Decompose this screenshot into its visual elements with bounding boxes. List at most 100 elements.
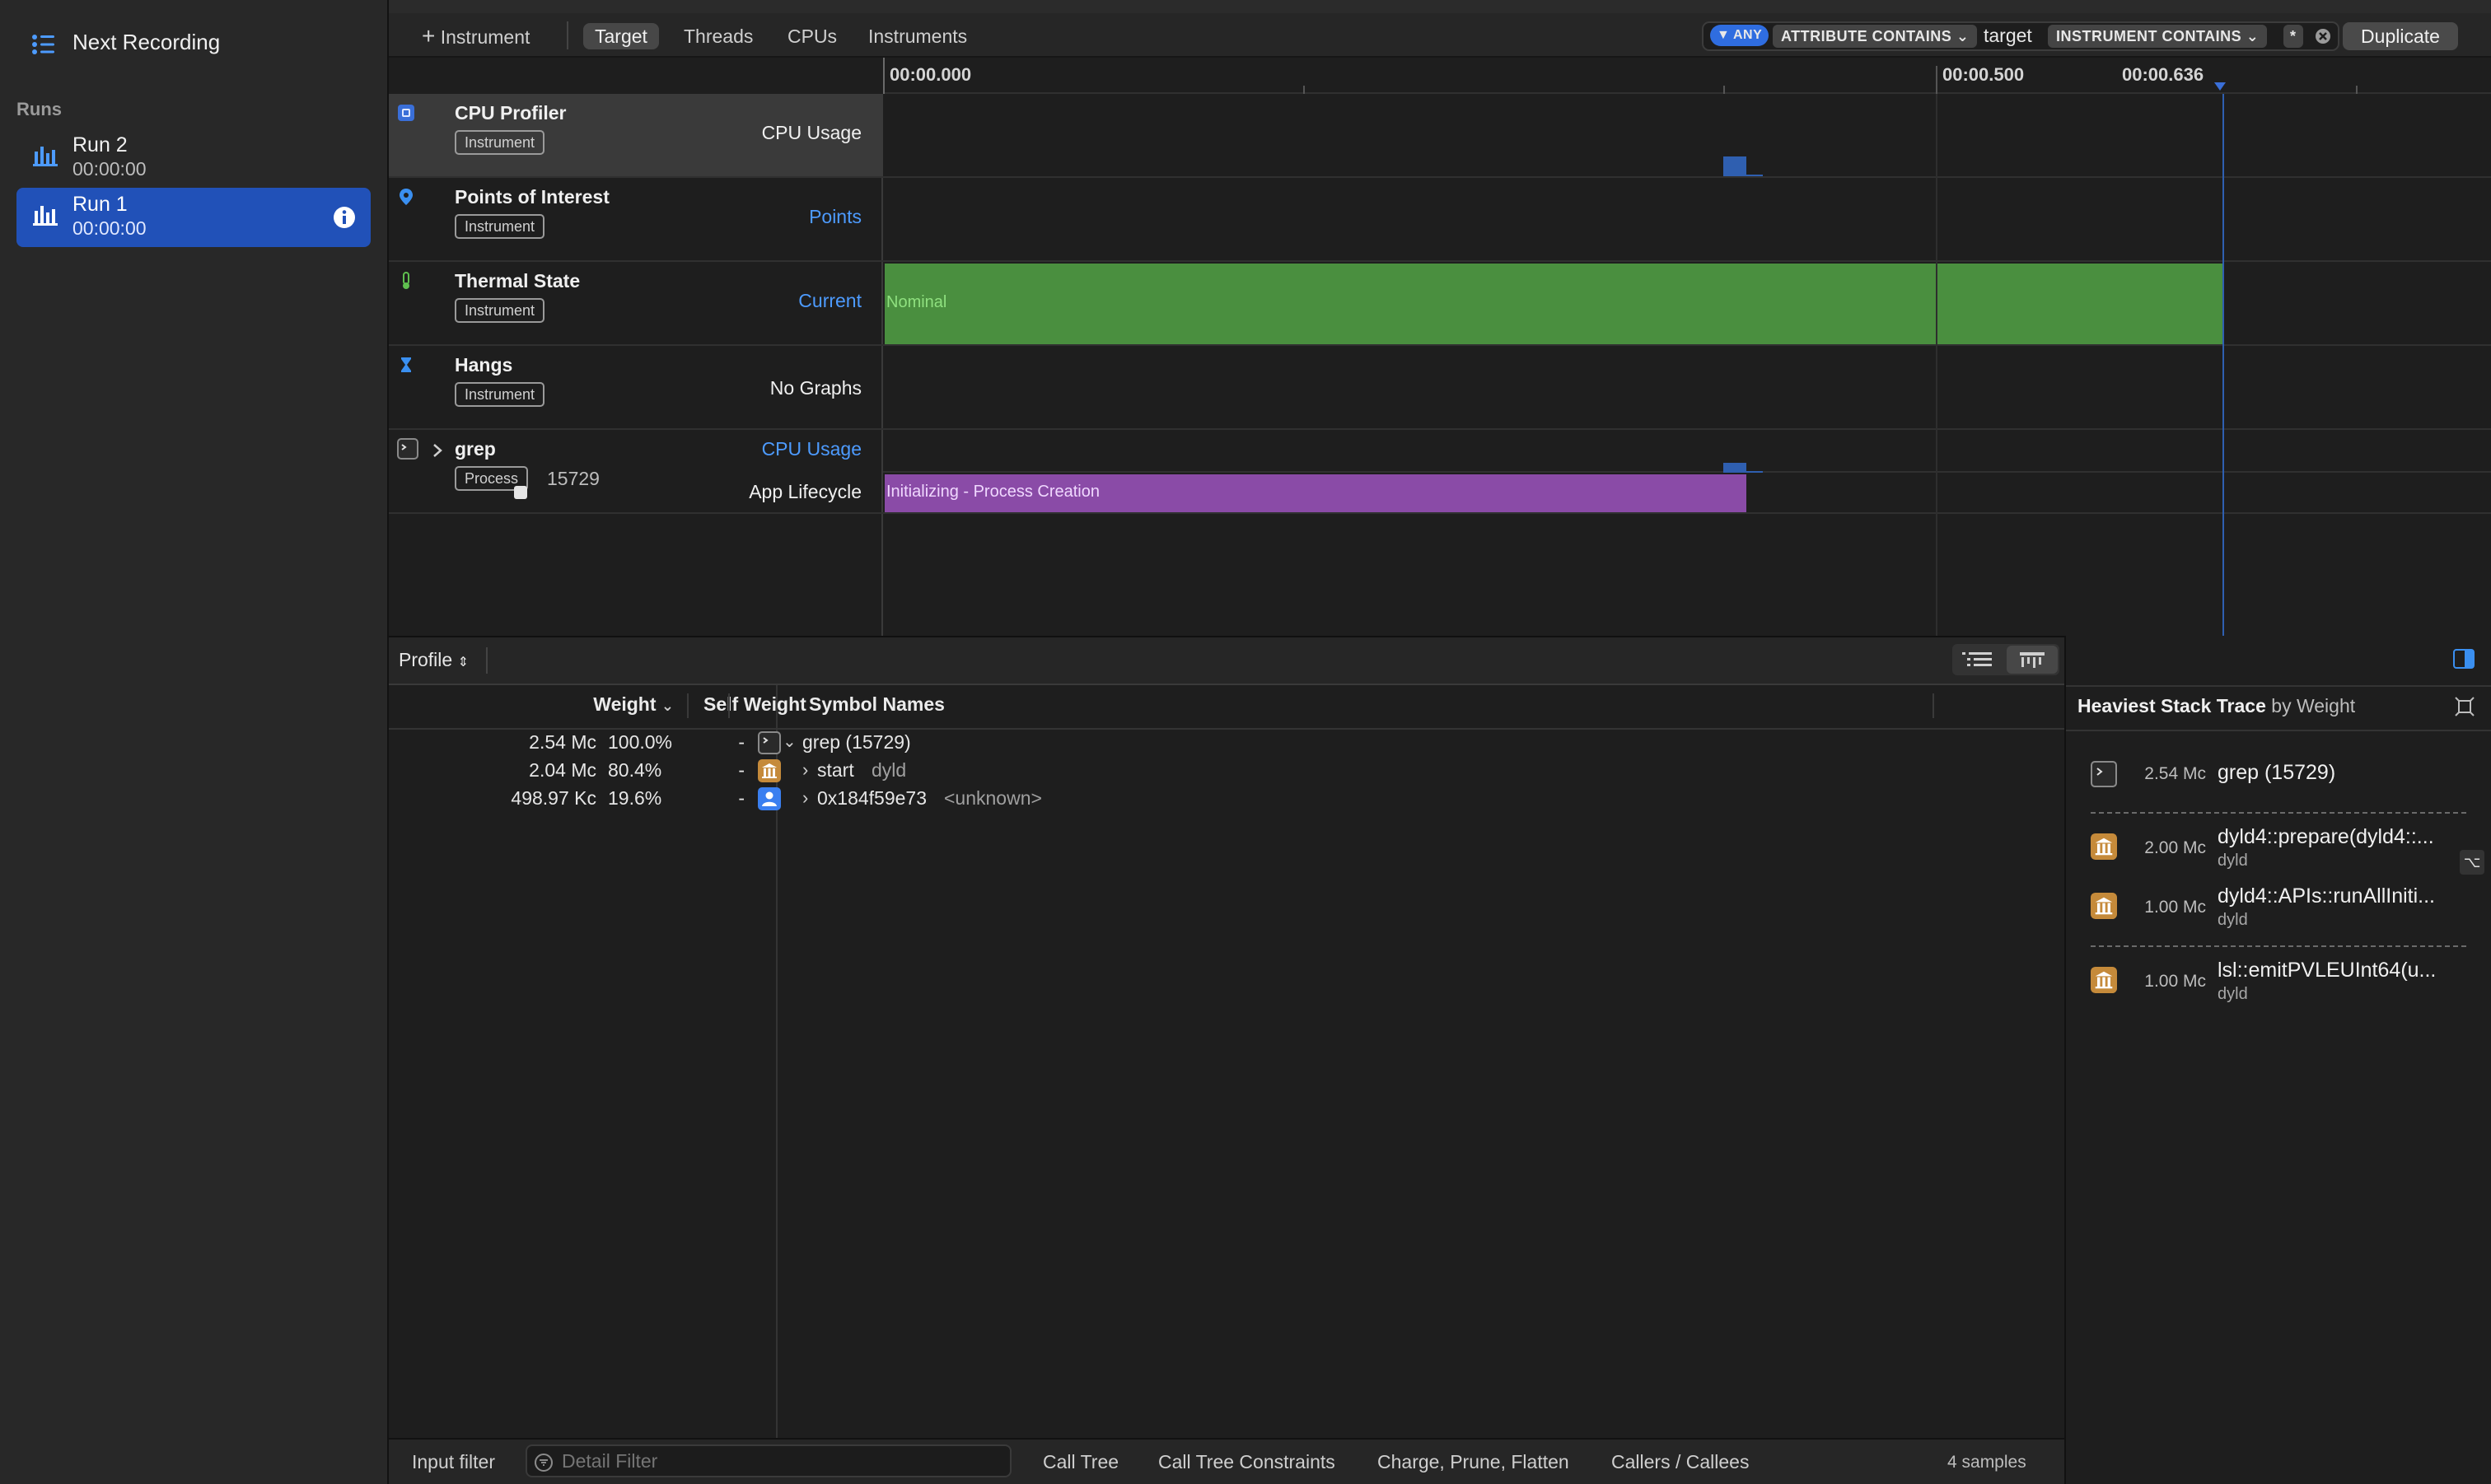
thermal-state-bar[interactable]: Nominal (885, 264, 2224, 344)
any-filter-chip[interactable]: ▼ ANY (1710, 25, 1769, 46)
track-header-empty (389, 514, 883, 636)
chevron-right-icon[interactable]: › (802, 787, 808, 809)
info-icon[interactable] (333, 206, 356, 229)
chevron-right-icon[interactable]: › (802, 759, 808, 781)
run-item-run-2[interactable]: Run 2 00:00:00 (16, 130, 371, 186)
row-percent: 100.0% (608, 731, 673, 753)
frame-weight: 1.00 Mc (2144, 898, 2206, 917)
ruler-start-label: 00:00.000 (890, 64, 972, 85)
user-icon (758, 787, 781, 810)
call-tree-button[interactable]: Call Tree (1043, 1451, 1119, 1473)
instrument-contains-chip[interactable]: INSTRUMENT CONTAINS ⌄ (2048, 25, 2268, 48)
track-header[interactable]: Points of Interest Instrument Points (389, 178, 883, 260)
frame-separator (2091, 812, 2466, 814)
time-ruler[interactable]: 00:00.000 00:00.500 00:00.636 (883, 58, 2491, 94)
self-weight-column-header[interactable]: Self Weight (703, 693, 806, 716)
cpu-usage-spike[interactable] (1723, 463, 1746, 473)
add-instrument-label: Instrument (440, 26, 530, 48)
grid-line (1936, 94, 1937, 636)
add-instrument-button[interactable]: + Instrument (422, 21, 530, 51)
chevron-down-icon[interactable]: ⌄ (783, 731, 797, 752)
track-graph-label-secondary[interactable]: App Lifecycle (749, 481, 862, 503)
input-filter-button[interactable]: Input filter (412, 1451, 495, 1473)
track-cpu-profiler[interactable]: CPU Profiler Instrument CPU Usage (389, 94, 2491, 178)
sidebar-toggle-icon[interactable] (2453, 649, 2475, 669)
detail-filter-input[interactable] (562, 1449, 998, 1472)
clear-filter-icon[interactable] (2315, 28, 2331, 44)
flame-graph-icon[interactable] (2020, 651, 2045, 670)
row-self-weight: - (738, 759, 745, 781)
track-points-of-interest[interactable]: Points of Interest Instrument Points (389, 178, 2491, 262)
tab-threads[interactable]: Threads (684, 21, 753, 51)
track-header[interactable]: grep Process 15729 CPU Usage App Lifecyc… (389, 430, 883, 512)
track-name: CPU Profiler (455, 102, 567, 124)
playhead-icon[interactable] (2214, 82, 2226, 92)
frame-separator (2091, 945, 2466, 947)
column-divider (728, 693, 730, 718)
charge-prune-flatten-button[interactable]: Charge, Prune, Flatten (1377, 1451, 1569, 1473)
view-toggle[interactable] (1952, 644, 2059, 675)
call-tree-constraints-button[interactable]: Call Tree Constraints (1158, 1451, 1335, 1473)
ruler-cursor-label: 00:00.636 (2122, 64, 2204, 85)
filter-bar[interactable]: ▼ ANY ATTRIBUTE CONTAINS ⌄ target INSTRU… (1702, 21, 2339, 51)
track-graph-label[interactable]: CPU Usage (762, 438, 862, 460)
playhead-line (2222, 94, 2224, 636)
track-graph-label[interactable]: CPU Usage (762, 122, 862, 144)
instrument-value-chip[interactable]: * (2283, 25, 2303, 48)
stack-frame-row[interactable]: 2.00 Mc dyld4::prepare(dyld4::... dyld ⌥ (2066, 825, 2491, 875)
tab-instruments[interactable]: Instruments (868, 21, 967, 51)
instrument-chip-label: INSTRUMENT CONTAINS (2056, 28, 2242, 44)
track-thermal-state[interactable]: Thermal State Instrument Current Nominal (389, 262, 2491, 346)
tab-cpus[interactable]: CPUs (787, 21, 837, 51)
cpu-usage-spike[interactable] (1723, 156, 1746, 176)
detail-filter-field[interactable] (526, 1444, 1012, 1477)
duplicate-button[interactable]: Duplicate (2343, 22, 2458, 50)
track-graph-label[interactable]: Points (809, 206, 862, 228)
frame-name: lsl::emitPVLEUInt64(u... (2218, 959, 2437, 982)
attribute-value: target (1984, 25, 2032, 46)
callers-callees-button[interactable]: Callers / Callees (1611, 1451, 1749, 1473)
profile-mode-selector[interactable]: Profile ⇕ (399, 649, 469, 671)
weight-column-header[interactable]: Weight ⌄ (498, 693, 674, 716)
row-weight: 2.54 Mc (529, 731, 596, 753)
row-symbol: grep (15729) (802, 731, 911, 753)
cpu-usage-trail (1746, 175, 1763, 176)
frame-name: dyld4::prepare(dyld4::... (2218, 825, 2434, 848)
stack-frame-row[interactable]: 1.00 Mc lsl::emitPVLEUInt64(u... dyld (2066, 959, 2491, 1008)
app-lifecycle-bar[interactable]: Initializing - Process Creation (885, 474, 1746, 512)
track-grep-process[interactable]: grep Process 15729 CPU Usage App Lifecyc… (389, 430, 2491, 514)
next-recording-button[interactable]: Next Recording (31, 30, 361, 59)
call-tree-row[interactable]: 498.97 Kc 19.6% - › 0x184f59e73 <unknown… (389, 786, 2064, 814)
inspector-panel: Heaviest Stack Trace by Weight 2.54 Mc g… (2066, 636, 2491, 1484)
track-graph-label[interactable]: Current (798, 290, 862, 312)
weight-column-label: Weight (593, 693, 657, 715)
expand-icon[interactable] (2453, 695, 2476, 718)
run-time: 00:00:00 (72, 217, 147, 239)
symbol-names-column-header[interactable]: Symbol Names (809, 693, 945, 716)
track-hangs[interactable]: Hangs Instrument No Graphs (389, 346, 2491, 430)
stack-frame-row[interactable]: 1.00 Mc dyld4::APIs::runAllIniti... dyld (2066, 884, 2491, 934)
track-header[interactable]: Hangs Instrument No Graphs (389, 346, 883, 428)
track-header[interactable]: Thermal State Instrument Current (389, 262, 883, 344)
call-tree-row[interactable]: 2.54 Mc 100.0% - ⌄ grep (15729) (389, 730, 2064, 758)
column-divider (1933, 693, 1934, 718)
terminal-icon (758, 731, 781, 754)
outline-list-icon[interactable] (1962, 651, 1992, 668)
sort-chevron-icon: ⌄ (661, 698, 674, 714)
run-item-run-1[interactable]: Run 1 00:00:00 (16, 188, 371, 247)
stack-trace-title-rest: by Weight (2271, 695, 2356, 716)
bar-chart-icon (33, 206, 58, 226)
stack-frame-row[interactable]: 2.54 Mc grep (15729) (2066, 756, 2491, 797)
frame-weight: 1.00 Mc (2144, 972, 2206, 991)
toolbar-divider (567, 21, 568, 49)
attribute-contains-chip[interactable]: ATTRIBUTE CONTAINS ⌄ (1773, 25, 1978, 48)
tab-target[interactable]: Target (583, 23, 659, 49)
list-icon (32, 35, 54, 54)
terminal-icon (397, 438, 418, 460)
track-header[interactable]: CPU Profiler Instrument CPU Usage (389, 94, 883, 176)
chevron-right-icon[interactable] (432, 443, 443, 458)
library-icon (758, 759, 781, 782)
call-tree-row[interactable]: 2.04 Mc 80.4% - › start dyld (389, 758, 2064, 786)
frame-library: dyld (2218, 911, 2248, 929)
thermometer-icon (403, 272, 409, 289)
